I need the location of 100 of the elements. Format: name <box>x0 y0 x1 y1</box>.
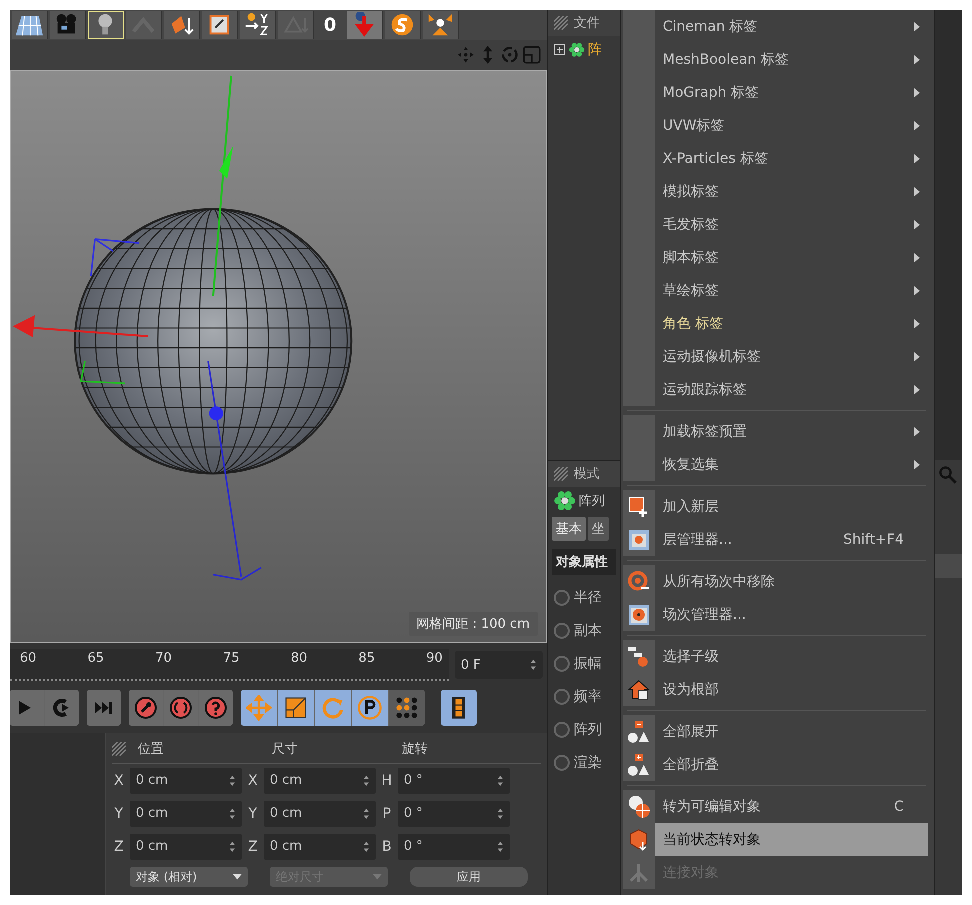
spinner-icon[interactable] <box>229 774 236 786</box>
rotation-field[interactable]: 0 ° <box>398 800 510 826</box>
scale-tool-button[interactable] <box>278 690 314 726</box>
position-field[interactable]: 0 cm <box>130 834 242 860</box>
menu-item[interactable]: 加载标签预置 <box>623 415 928 448</box>
menu-item[interactable]: 草绘标签 <box>623 274 928 307</box>
camera-icon[interactable] <box>50 11 86 39</box>
deformer-icon[interactable] <box>164 11 200 39</box>
axis-swap-icon[interactable] <box>240 11 276 39</box>
menu-item[interactable]: X-Particles 标签 <box>623 142 928 175</box>
axis-label: X <box>113 772 125 788</box>
axis-label: X <box>247 772 259 788</box>
menu-item[interactable]: 运动摄像机标签 <box>623 340 928 373</box>
menu-item[interactable]: MoGraph 标签 <box>623 76 928 109</box>
menu-item[interactable]: 转为可编辑对象 C <box>623 790 928 823</box>
axis-gizmo-drawing[interactable] <box>13 76 262 581</box>
section-header: 对象属性 <box>552 549 616 575</box>
rotation-field[interactable]: 0 ° <box>398 768 510 794</box>
grip-icon[interactable] <box>554 467 568 481</box>
menu-item[interactable]: 恢复选集 <box>623 448 928 481</box>
remove-icon <box>627 570 651 594</box>
menu-item[interactable]: 全部折叠 <box>623 748 928 781</box>
axis-label: Z <box>113 838 125 854</box>
film-tool-button[interactable] <box>441 690 477 726</box>
expand-icon <box>627 720 651 744</box>
play-icon[interactable] <box>10 690 44 726</box>
points-tool-button[interactable] <box>389 690 425 726</box>
rotate-icon <box>320 695 346 721</box>
menu-item[interactable]: 脚本标签 <box>623 241 928 274</box>
menu-item[interactable]: 毛发标签 <box>623 208 928 241</box>
scale-icon <box>283 695 309 721</box>
radio-button[interactable] <box>554 722 570 738</box>
radio-button[interactable] <box>554 688 570 704</box>
mode-dropdown[interactable]: 对象 (相对) <box>130 867 248 887</box>
submenu-arrow-icon <box>914 384 920 394</box>
size-field[interactable]: 0 cm <box>264 800 376 826</box>
tab[interactable]: 坐 <box>588 517 609 541</box>
menu-item[interactable]: 角色 标签 <box>623 307 928 340</box>
spinner-icon[interactable] <box>363 840 370 852</box>
spinner-icon[interactable] <box>363 808 370 820</box>
tab[interactable]: 基本 <box>552 517 586 541</box>
apply-button[interactable]: 应用 <box>410 867 528 887</box>
frame-field[interactable]: 0 F <box>455 651 543 679</box>
tree-item[interactable]: 阵 <box>588 41 602 59</box>
menu-item[interactable]: 设为根部 <box>623 673 928 706</box>
menu-item[interactable]: 模拟标签 <box>623 175 928 208</box>
size-field[interactable]: 0 cm <box>264 834 376 860</box>
loop-icon[interactable] <box>45 690 79 726</box>
cloner-icon <box>569 42 585 58</box>
grip-icon[interactable] <box>554 16 568 30</box>
position-field[interactable]: 0 cm <box>130 800 242 826</box>
spinner-icon[interactable] <box>229 840 236 852</box>
workplane-icon[interactable] <box>422 11 459 39</box>
caret-icon <box>233 874 242 880</box>
parameter-label: 渲染 <box>574 754 602 772</box>
snap-icon[interactable] <box>384 11 421 39</box>
radio-button[interactable] <box>554 754 570 770</box>
rotation-field[interactable]: 0 ° <box>398 834 510 860</box>
menu-item[interactable]: MeshBoolean 标签 <box>623 43 928 76</box>
radio-button[interactable] <box>554 590 570 606</box>
spinner-icon[interactable] <box>530 659 537 671</box>
expand-icon[interactable] <box>554 44 566 56</box>
help-icon[interactable] <box>199 690 233 726</box>
menu-item[interactable]: 运动跟踪标签 <box>623 373 928 406</box>
edit-icon[interactable] <box>202 11 238 39</box>
menu-item[interactable]: 选择子级 <box>623 640 928 673</box>
submenu-arrow-icon <box>914 286 920 296</box>
grip-icon[interactable] <box>112 742 126 756</box>
axis-label: Y <box>114 806 124 822</box>
spinner-icon[interactable] <box>497 808 504 820</box>
position-field[interactable]: 0 cm <box>130 768 242 794</box>
spinner-icon[interactable] <box>497 840 504 852</box>
menu-item[interactable]: 层管理器... Shift+F4 <box>623 523 928 556</box>
menu-item[interactable]: Cineman 标签 <box>623 10 928 43</box>
axis-label: P <box>382 806 392 822</box>
menu-item[interactable]: 全部展开 <box>623 715 928 748</box>
menu-item[interactable]: 加入新层 <box>623 490 928 523</box>
parameter-label: 振幅 <box>574 654 602 672</box>
key-icon[interactable] <box>129 690 163 726</box>
spinner-icon[interactable] <box>363 774 370 786</box>
hierarchy-icon <box>627 644 651 668</box>
submenu-arrow-icon <box>914 426 920 436</box>
light-bulb-icon[interactable] <box>88 11 124 39</box>
submenu-arrow-icon <box>914 154 920 164</box>
menu-item[interactable]: 场次管理器... <box>623 598 928 631</box>
radio-button[interactable] <box>554 656 570 672</box>
skip-end-icon[interactable] <box>87 690 121 726</box>
spinner-icon[interactable] <box>229 808 236 820</box>
submenu-arrow-icon <box>914 220 920 230</box>
menu-item[interactable]: 当前状态转对象 <box>623 823 928 856</box>
menu-item[interactable]: UVW标签 <box>623 109 928 142</box>
autokey-icon[interactable] <box>164 690 198 726</box>
collapse-icon <box>627 752 651 776</box>
size-field[interactable]: 0 cm <box>264 768 376 794</box>
radio-button[interactable] <box>554 622 570 638</box>
param-tool-button[interactable] <box>352 690 388 726</box>
grid-icon[interactable] <box>12 11 48 39</box>
menu-item[interactable]: 从所有场次中移除 <box>623 565 928 598</box>
column-heading: 旋转 <box>402 741 428 758</box>
spinner-icon[interactable] <box>497 774 504 786</box>
